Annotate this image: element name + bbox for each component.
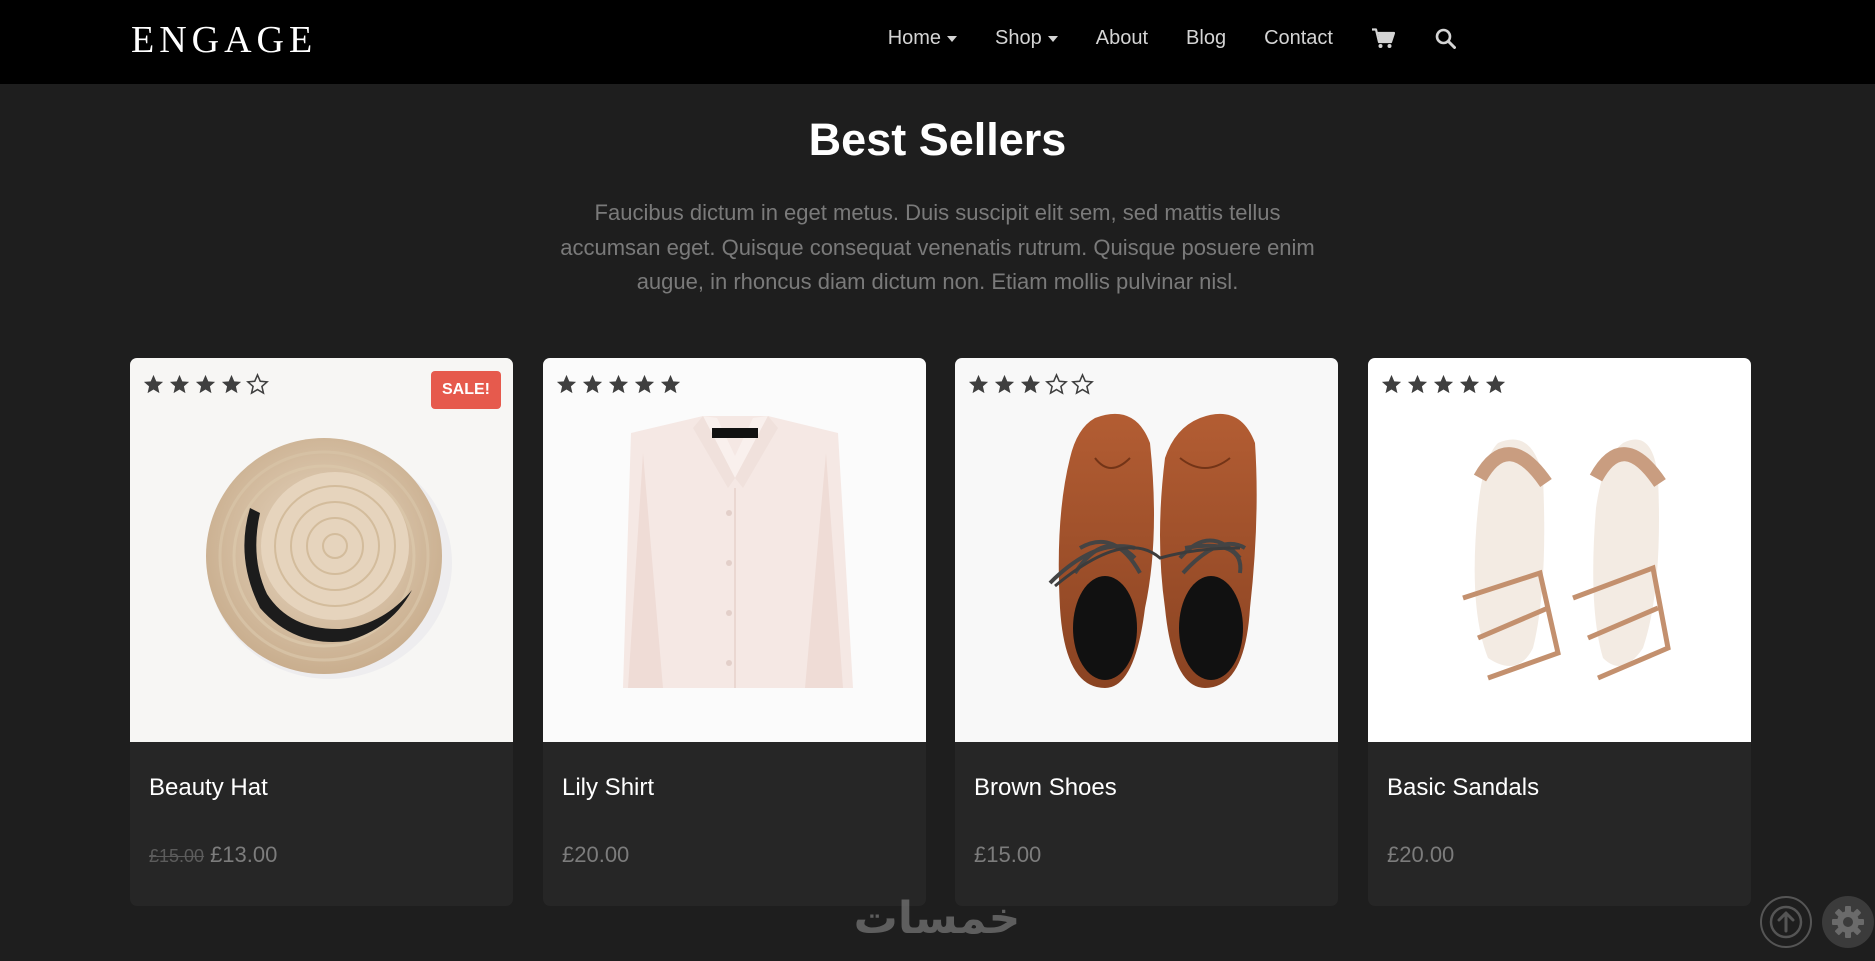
chevron-down-icon (1047, 36, 1058, 42)
product-image-straw-hat[interactable] (130, 358, 513, 742)
product-price: £15.00 (974, 840, 1041, 870)
nav-about-label: About (1095, 27, 1149, 49)
product-name[interactable]: Lily Shirt (562, 773, 654, 803)
nav-contact[interactable]: Contact (1264, 24, 1333, 52)
star-empty-icon (1071, 373, 1094, 395)
current-price: £13.00 (210, 842, 278, 867)
star-filled-icon (169, 374, 190, 394)
nav-blog-label: Blog (1186, 27, 1227, 49)
nav-shop[interactable]: Shop (995, 24, 1058, 52)
nav-contact-label: Contact (1264, 27, 1333, 49)
product-image-brown-brogues[interactable] (955, 358, 1338, 742)
product-card-beauty-hat[interactable]: SALE! Beauty Hat £15.00 £13.00 (130, 358, 513, 906)
current-price: £20.00 (1387, 842, 1455, 867)
section-title: Best Sellers (808, 114, 1067, 165)
product-card-basic-sandals[interactable]: Basic Sandals £20.00 (1368, 358, 1751, 906)
star-filled-icon (1020, 374, 1041, 394)
star-filled-icon (1381, 374, 1402, 394)
current-price: £20.00 (562, 842, 630, 867)
star-filled-icon (221, 374, 242, 394)
star-filled-icon (968, 374, 989, 394)
sale-badge: SALE! (431, 371, 501, 409)
product-name[interactable]: Brown Shoes (974, 773, 1117, 803)
product-grid: SALE! Beauty Hat £15.00 £13.00 Lily Shir… (130, 358, 1751, 906)
old-price: £15.00 (149, 846, 205, 866)
brand-logo[interactable]: ENGAGE (131, 18, 317, 62)
scroll-to-top-button[interactable] (1760, 896, 1812, 948)
star-filled-icon (634, 374, 655, 394)
star-filled-icon (608, 374, 629, 394)
star-empty-icon (1045, 373, 1068, 395)
rating-stars (555, 373, 682, 395)
scroll-to-top-icon (1769, 905, 1803, 939)
product-price: £20.00 (1387, 840, 1454, 870)
product-name[interactable]: Beauty Hat (149, 773, 268, 803)
rating-stars (1380, 373, 1507, 395)
product-price: £15.00 £13.00 (149, 840, 277, 871)
product-image-folded-shirt[interactable] (543, 358, 926, 742)
nav-shop-label: Shop (995, 27, 1042, 49)
product-name[interactable]: Basic Sandals (1387, 773, 1539, 803)
star-filled-icon (556, 374, 577, 394)
nav-about[interactable]: About (1096, 24, 1148, 52)
star-filled-icon (1485, 374, 1506, 394)
star-filled-icon (1433, 374, 1454, 394)
watermark-logo: خمسات (854, 893, 1021, 944)
search-icon[interactable] (1433, 26, 1457, 50)
navbar: ENGAGE Home Shop About Blog Contact (0, 0, 1875, 84)
star-filled-icon (1459, 374, 1480, 394)
star-filled-icon (195, 374, 216, 394)
settings-gear-icon (1832, 906, 1864, 938)
nav-home[interactable]: Home (887, 24, 958, 52)
settings-button[interactable] (1822, 896, 1874, 948)
section-description: Faucibus dictum in eget metus. Duis susc… (560, 200, 1315, 294)
star-filled-icon (994, 374, 1015, 394)
nav-blog[interactable]: Blog (1186, 24, 1226, 52)
product-image-beige-sandals[interactable] (1368, 358, 1751, 742)
chevron-down-icon (947, 36, 958, 42)
star-filled-icon (143, 374, 164, 394)
current-price: £15.00 (974, 842, 1042, 867)
main-nav: Home Shop About Blog Contact (888, 24, 1457, 52)
rating-stars (967, 373, 1094, 395)
star-filled-icon (660, 374, 681, 394)
star-filled-icon (1407, 374, 1428, 394)
product-price: £20.00 (562, 840, 629, 870)
svg-text:خمسات: خمسات (854, 893, 1021, 944)
star-empty-icon (246, 373, 269, 395)
cart-icon[interactable] (1371, 26, 1395, 50)
product-card-brown-shoes[interactable]: Brown Shoes £15.00 (955, 358, 1338, 906)
rating-stars (142, 373, 269, 395)
nav-home-label: Home (887, 27, 942, 49)
star-filled-icon (582, 374, 603, 394)
product-card-lily-shirt[interactable]: Lily Shirt £20.00 (543, 358, 926, 906)
